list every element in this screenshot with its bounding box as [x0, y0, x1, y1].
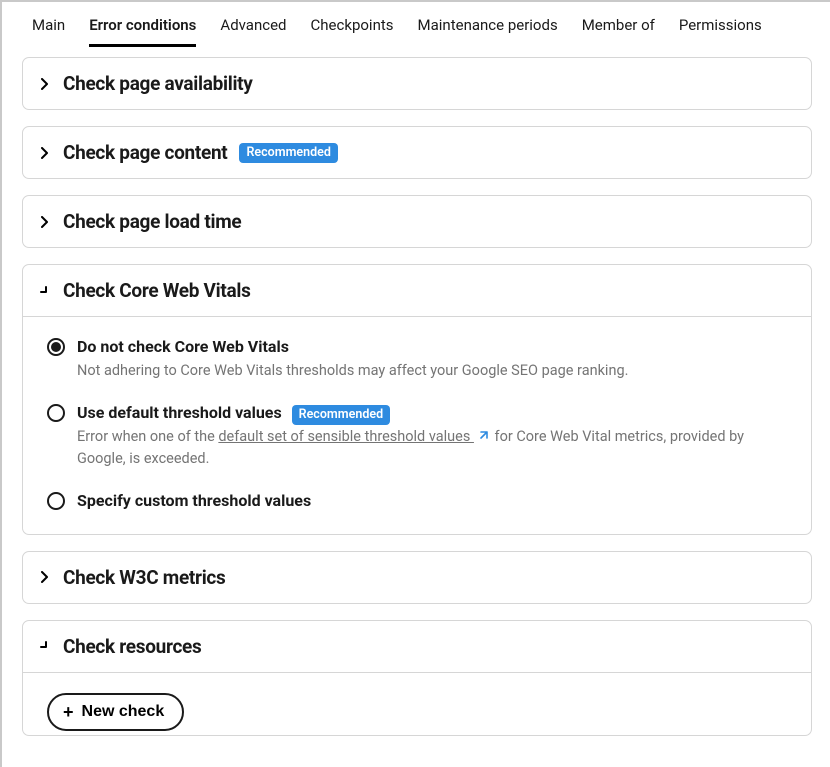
panels-container: Check page availability Check page conte…: [4, 47, 830, 736]
radio-description: Not adhering to Core Web Vitals threshol…: [77, 361, 787, 381]
new-check-label: New check: [82, 703, 165, 721]
radio-input[interactable]: [47, 404, 65, 422]
recommended-badge: Recommended: [239, 143, 338, 163]
panel-header-core-web-vitals[interactable]: Check Core Web Vitals: [23, 265, 811, 317]
chevron-right-icon: [39, 216, 51, 228]
radio-input[interactable]: [47, 492, 65, 510]
panel-title: Check resources: [63, 635, 201, 658]
panel-title: Check W3C metrics: [63, 566, 225, 589]
panel-header-availability[interactable]: Check page availability: [23, 58, 811, 109]
external-link-icon: [477, 428, 489, 448]
collapse-icon: [39, 285, 51, 297]
radio-option-custom-thresholds: Specify custom threshold values: [47, 491, 787, 510]
panel-content: Check page content Recommended: [22, 126, 812, 179]
chevron-right-icon: [39, 78, 51, 90]
new-check-button[interactable]: + New check: [47, 693, 184, 731]
panel-title: Check Core Web Vitals: [63, 279, 251, 302]
panel-resources: Check resources + New check: [22, 620, 812, 736]
radio-label: Specify custom threshold values: [77, 491, 311, 510]
panel-availability: Check page availability: [22, 57, 812, 110]
panel-header-w3c-metrics[interactable]: Check W3C metrics: [23, 552, 811, 603]
panel-title: Check page load time: [63, 210, 241, 233]
radio-option-do-not-check: Do not check Core Web Vitals Not adherin…: [47, 337, 787, 381]
radio-content: Use default threshold values Recommended…: [77, 403, 787, 469]
tab-error-conditions[interactable]: Error conditions: [89, 12, 196, 47]
radio-option-default-thresholds: Use default threshold values Recommended…: [47, 403, 787, 469]
panel-w3c-metrics: Check W3C metrics: [22, 551, 812, 604]
panel-title: Check page availability: [63, 72, 253, 95]
recommended-badge: Recommended: [292, 405, 391, 425]
radio-content: Do not check Core Web Vitals Not adherin…: [77, 337, 787, 381]
tab-member-of[interactable]: Member of: [582, 12, 655, 47]
panel-core-web-vitals: Check Core Web Vitals Do not check Core …: [22, 264, 812, 535]
panel-header-resources[interactable]: Check resources: [23, 621, 811, 673]
radio-content: Specify custom threshold values: [77, 491, 787, 510]
tab-advanced[interactable]: Advanced: [220, 12, 286, 47]
tab-maintenance-periods[interactable]: Maintenance periods: [418, 12, 558, 47]
panel-body-core-web-vitals: Do not check Core Web Vitals Not adherin…: [23, 317, 811, 534]
desc-pre: Error when one of the: [77, 428, 218, 445]
tab-main[interactable]: Main: [32, 12, 65, 47]
chevron-right-icon: [39, 571, 51, 583]
radio-label: Use default threshold values: [77, 403, 282, 422]
plus-icon: +: [63, 703, 74, 721]
panel-header-content[interactable]: Check page content Recommended: [23, 127, 811, 178]
panel-header-loadtime[interactable]: Check page load time: [23, 196, 811, 247]
radio-label: Do not check Core Web Vitals: [77, 337, 289, 356]
collapse-icon: [39, 640, 51, 652]
panel-loadtime: Check page load time: [22, 195, 812, 248]
tabs-bar: Main Error conditions Advanced Checkpoin…: [4, 2, 830, 47]
tab-checkpoints[interactable]: Checkpoints: [311, 12, 394, 47]
threshold-link[interactable]: default set of sensible threshold values: [218, 428, 474, 445]
radio-description: Error when one of the default set of sen…: [77, 427, 787, 469]
panel-title: Check page content: [63, 141, 227, 164]
tab-permissions[interactable]: Permissions: [679, 12, 762, 47]
chevron-right-icon: [39, 147, 51, 159]
radio-input[interactable]: [47, 338, 65, 356]
